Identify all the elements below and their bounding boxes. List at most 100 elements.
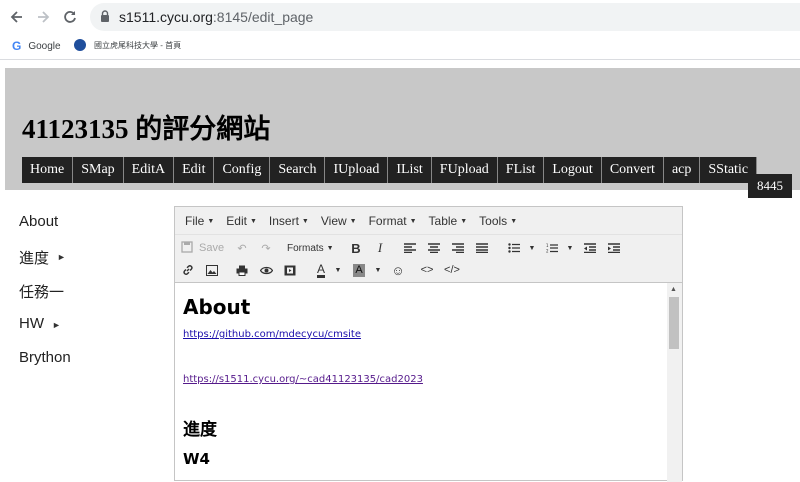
align-right-icon[interactable] bbox=[451, 239, 465, 257]
menu-insert[interactable]: Insert ▼ bbox=[269, 214, 309, 228]
editor-scrollbar[interactable]: ▲ bbox=[667, 283, 682, 482]
print-icon[interactable] bbox=[235, 261, 249, 279]
caret-down-icon[interactable]: ▼ bbox=[527, 239, 537, 257]
menu-iupload[interactable]: IUpload bbox=[325, 157, 389, 183]
bookmark-school[interactable]: 國立虎尾科技大學 - 首頁 bbox=[74, 39, 181, 51]
align-center-icon[interactable] bbox=[427, 239, 441, 257]
formats-dropdown[interactable]: Formats ▼ bbox=[287, 239, 334, 257]
redo-icon[interactable]: ↷ bbox=[259, 239, 273, 257]
menu-view[interactable]: View ▼ bbox=[321, 214, 357, 228]
editor-menubar: File ▼ Edit ▼ Insert ▼ View ▼ Format ▼ Table ▼… bbox=[175, 207, 682, 235]
image-icon[interactable] bbox=[205, 261, 219, 279]
content-link-cad2023[interactable]: https://s1511.cycu.org/~cad41123135/cad2… bbox=[183, 374, 660, 385]
school-icon bbox=[74, 39, 86, 51]
numbered-list-icon[interactable]: 12 bbox=[545, 239, 559, 257]
outdent-icon[interactable] bbox=[583, 239, 597, 257]
caret-down-icon: ▼ bbox=[301, 217, 309, 225]
browser-toolbar: s1511.cycu.org:8145/edit_page bbox=[0, 0, 800, 34]
media-icon[interactable] bbox=[283, 261, 297, 279]
reload-icon[interactable] bbox=[57, 4, 83, 30]
menu-label: Tools bbox=[479, 213, 508, 228]
content-link-github[interactable]: https://github.com/mdecycu/cmsite bbox=[183, 329, 660, 340]
editor-toolbar: Save ↶ ↷ Formats ▼ B I ▼ 1 2 ▼ A ▼ A ▼ ☺… bbox=[175, 235, 682, 283]
svg-text:2: 2 bbox=[546, 249, 549, 254]
content-heading-w4: W4 bbox=[183, 450, 210, 468]
preview-eye-icon[interactable] bbox=[259, 261, 273, 279]
menu-file[interactable]: File ▼ bbox=[185, 214, 214, 228]
menu-label: Table bbox=[428, 213, 458, 228]
port-badge[interactable]: 8445 bbox=[748, 174, 792, 198]
site-menu: Home SMap EditA Edit Config Search IUplo… bbox=[22, 157, 758, 183]
undo-icon[interactable]: ↶ bbox=[235, 239, 249, 257]
menu-logout[interactable]: Logout bbox=[544, 157, 602, 183]
menu-edita[interactable]: EditA bbox=[123, 157, 175, 183]
align-left-icon[interactable] bbox=[403, 239, 417, 257]
floppy-icon bbox=[181, 240, 193, 256]
menu-label: View bbox=[320, 213, 347, 228]
save-button[interactable]: Save bbox=[181, 239, 224, 257]
align-justify-icon[interactable] bbox=[475, 239, 489, 257]
sidebar-item-label: About bbox=[19, 213, 59, 230]
sidebar-item-label: 進度 bbox=[19, 250, 50, 267]
sidebar-item-task1[interactable]: 任務一 bbox=[19, 281, 71, 315]
caret-down-icon[interactable]: ▼ bbox=[333, 261, 343, 279]
menu-fupload[interactable]: FUpload bbox=[431, 157, 498, 183]
sidebar-item-brython[interactable]: Brython bbox=[19, 349, 71, 383]
menu-flist[interactable]: FList bbox=[497, 157, 545, 183]
emoticon-icon[interactable]: ☺ bbox=[391, 261, 405, 279]
bookmark-google[interactable]: G Google bbox=[12, 39, 61, 53]
caret-down-icon: ▼ bbox=[349, 217, 357, 225]
menu-edit-editor[interactable]: Edit ▼ bbox=[226, 214, 257, 228]
menu-ilist[interactable]: IList bbox=[388, 157, 432, 183]
menu-label: File bbox=[185, 213, 205, 228]
scroll-thumb[interactable] bbox=[669, 297, 679, 349]
bookmarks-bar: G Google 國立虎尾科技大學 - 首頁 bbox=[0, 34, 800, 60]
link-icon[interactable] bbox=[181, 261, 195, 279]
google-icon: G bbox=[12, 39, 22, 53]
web-page: 41123135 的評分網站 Home SMap EditA Edit Conf… bbox=[0, 61, 800, 482]
forward-arrow-icon[interactable] bbox=[30, 4, 56, 30]
bullet-list-icon[interactable] bbox=[507, 239, 521, 257]
sidebar-item-label: HW bbox=[19, 315, 44, 332]
caret-down-icon: ▼ bbox=[409, 217, 417, 225]
caret-down-icon: ▼ bbox=[207, 217, 215, 225]
editor-content-area[interactable]: About https://github.com/mdecycu/cmsite … bbox=[175, 283, 668, 482]
sidebar-item-progress[interactable]: 進度 ► bbox=[19, 247, 71, 281]
menu-label: Edit bbox=[226, 213, 247, 228]
indent-icon[interactable] bbox=[607, 239, 621, 257]
bookmark-label: Google bbox=[28, 40, 61, 52]
chevron-right-icon: ► bbox=[52, 320, 61, 330]
menu-tools[interactable]: Tools ▼ bbox=[479, 214, 517, 228]
address-bar[interactable]: s1511.cycu.org:8145/edit_page bbox=[90, 3, 800, 31]
menu-acp[interactable]: acp bbox=[663, 157, 701, 183]
menu-format[interactable]: Format ▼ bbox=[369, 214, 417, 228]
menu-convert[interactable]: Convert bbox=[601, 157, 664, 183]
caret-down-icon[interactable]: ▼ bbox=[373, 261, 383, 279]
menu-home[interactable]: Home bbox=[22, 157, 74, 183]
sidebar-item-about[interactable]: About bbox=[19, 213, 71, 247]
url-path: :8145/edit_page bbox=[212, 9, 314, 25]
formats-label: Formats bbox=[287, 242, 324, 254]
sidebar-item-hw[interactable]: HW ► bbox=[19, 315, 71, 349]
code-sample-icon[interactable]: <> bbox=[419, 261, 435, 279]
sidebar-item-label: Brython bbox=[19, 349, 71, 366]
menu-search[interactable]: Search bbox=[270, 157, 326, 183]
menu-table[interactable]: Table ▼ bbox=[429, 214, 468, 228]
sidebar-item-label: 任務一 bbox=[19, 284, 65, 301]
rich-text-editor: File ▼ Edit ▼ Insert ▼ View ▼ Format ▼ Table ▼… bbox=[174, 206, 683, 482]
back-arrow-icon[interactable] bbox=[4, 4, 30, 30]
site-title: 41123135 的評分網站 bbox=[22, 114, 271, 144]
menu-label: Insert bbox=[268, 213, 299, 228]
caret-down-icon[interactable]: ▼ bbox=[565, 239, 575, 257]
bold-icon[interactable]: B bbox=[349, 239, 363, 257]
menu-config[interactable]: Config bbox=[214, 157, 271, 183]
text-color-glyph: A bbox=[316, 261, 325, 278]
menu-edit[interactable]: Edit bbox=[174, 157, 215, 183]
scroll-up-arrow-icon[interactable]: ▲ bbox=[670, 286, 677, 293]
menu-smap[interactable]: SMap bbox=[73, 157, 124, 183]
text-color-icon[interactable]: A bbox=[313, 261, 329, 279]
source-code-icon[interactable]: </> bbox=[443, 261, 461, 279]
background-color-icon[interactable]: A bbox=[351, 261, 367, 279]
url-host: s1511.cycu.org bbox=[119, 9, 213, 25]
italic-icon[interactable]: I bbox=[373, 239, 387, 257]
